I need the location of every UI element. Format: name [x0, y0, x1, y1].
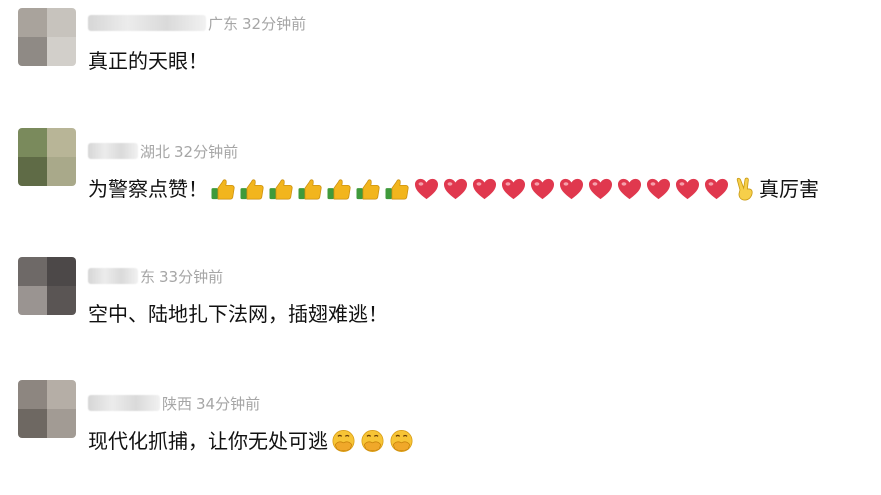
- comment-meta: 广东 32分钟前: [88, 12, 306, 34]
- comment-meta: 湖北 32分钟前: [88, 140, 238, 162]
- thumbs-up-icon: [239, 177, 266, 201]
- avatar-pixel: [47, 380, 76, 409]
- avatar-pixel: [47, 157, 76, 186]
- avatar-pixel: [18, 8, 47, 37]
- comment-meta: 东 33分钟前: [88, 265, 223, 287]
- comment-text: 真正的天眼！: [88, 48, 208, 74]
- facepalm-icon: [388, 429, 415, 453]
- comment-item: 东 33分钟前 空中、陆地扎下法网，插翅难逃！: [0, 250, 881, 370]
- avatar-pixel: [47, 37, 76, 66]
- heart-icon: [587, 177, 614, 201]
- heart-icon: [500, 177, 527, 201]
- heart-icon: [471, 177, 498, 201]
- comment-region: 湖北: [140, 142, 171, 161]
- comment-meta: 陕西 34分钟前: [88, 392, 260, 414]
- facepalm-icon: [330, 429, 357, 453]
- thumbs-up-icon: [355, 177, 382, 201]
- avatar-pixel: [47, 257, 76, 286]
- avatar[interactable]: [18, 380, 76, 438]
- comment-text: 为警察点赞！ 真厉害: [88, 176, 819, 202]
- avatar-pixel: [18, 128, 47, 157]
- username-blurred[interactable]: [88, 268, 138, 284]
- comment-body-tail: 真厉害: [759, 177, 819, 201]
- comment-body: 真正的天眼！: [88, 49, 208, 73]
- avatar[interactable]: [18, 8, 76, 66]
- emoji-row: [208, 177, 759, 201]
- comment-body: 为警察点赞！: [88, 177, 208, 201]
- heart-icon: [703, 177, 730, 201]
- avatar-pixel: [47, 128, 76, 157]
- emoji-row: [328, 429, 415, 453]
- thumbs-up-icon: [268, 177, 295, 201]
- heart-icon: [616, 177, 643, 201]
- comment-body: 空中、陆地扎下法网，插翅难逃！: [88, 302, 388, 326]
- avatar-pixel: [18, 37, 47, 66]
- avatar-pixel: [18, 409, 47, 438]
- username-blurred[interactable]: [88, 395, 160, 411]
- heart-icon: [645, 177, 672, 201]
- comment-text: 空中、陆地扎下法网，插翅难逃！: [88, 301, 388, 327]
- victory-hand-icon: [732, 177, 759, 201]
- heart-icon: [442, 177, 469, 201]
- comment-item: 广东 32分钟前 真正的天眼！: [0, 0, 881, 120]
- comment-item: 湖北 32分钟前 为警察点赞！ 真厉害: [0, 125, 881, 245]
- avatar-pixel: [47, 286, 76, 315]
- avatar[interactable]: [18, 128, 76, 186]
- comment-region: 广东: [208, 14, 239, 33]
- avatar-pixel: [47, 409, 76, 438]
- username-blurred[interactable]: [88, 15, 206, 31]
- heart-icon: [413, 177, 440, 201]
- facepalm-icon: [359, 429, 386, 453]
- comment-time: 32分钟前: [242, 14, 307, 33]
- comment-region: 陕西: [162, 394, 193, 413]
- username-blurred[interactable]: [88, 143, 138, 159]
- comment-time: 34分钟前: [196, 394, 261, 413]
- avatar[interactable]: [18, 257, 76, 315]
- comment-body: 现代化抓捕，让你无处可逃: [88, 429, 328, 453]
- comment-item: 陕西 34分钟前 现代化抓捕，让你无处可逃: [0, 375, 881, 495]
- heart-icon: [558, 177, 585, 201]
- comment-region: 东: [140, 267, 156, 286]
- comment-time: 33分钟前: [159, 267, 224, 286]
- heart-icon: [674, 177, 701, 201]
- avatar-pixel: [18, 286, 47, 315]
- heart-icon: [529, 177, 556, 201]
- comment-text: 现代化抓捕，让你无处可逃: [88, 428, 415, 454]
- thumbs-up-icon: [210, 177, 237, 201]
- thumbs-up-icon: [297, 177, 324, 201]
- comment-time: 32分钟前: [174, 142, 239, 161]
- thumbs-up-icon: [326, 177, 353, 201]
- avatar-pixel: [18, 380, 47, 409]
- avatar-pixel: [18, 257, 47, 286]
- avatar-pixel: [18, 157, 47, 186]
- avatar-pixel: [47, 8, 76, 37]
- thumbs-up-icon: [384, 177, 411, 201]
